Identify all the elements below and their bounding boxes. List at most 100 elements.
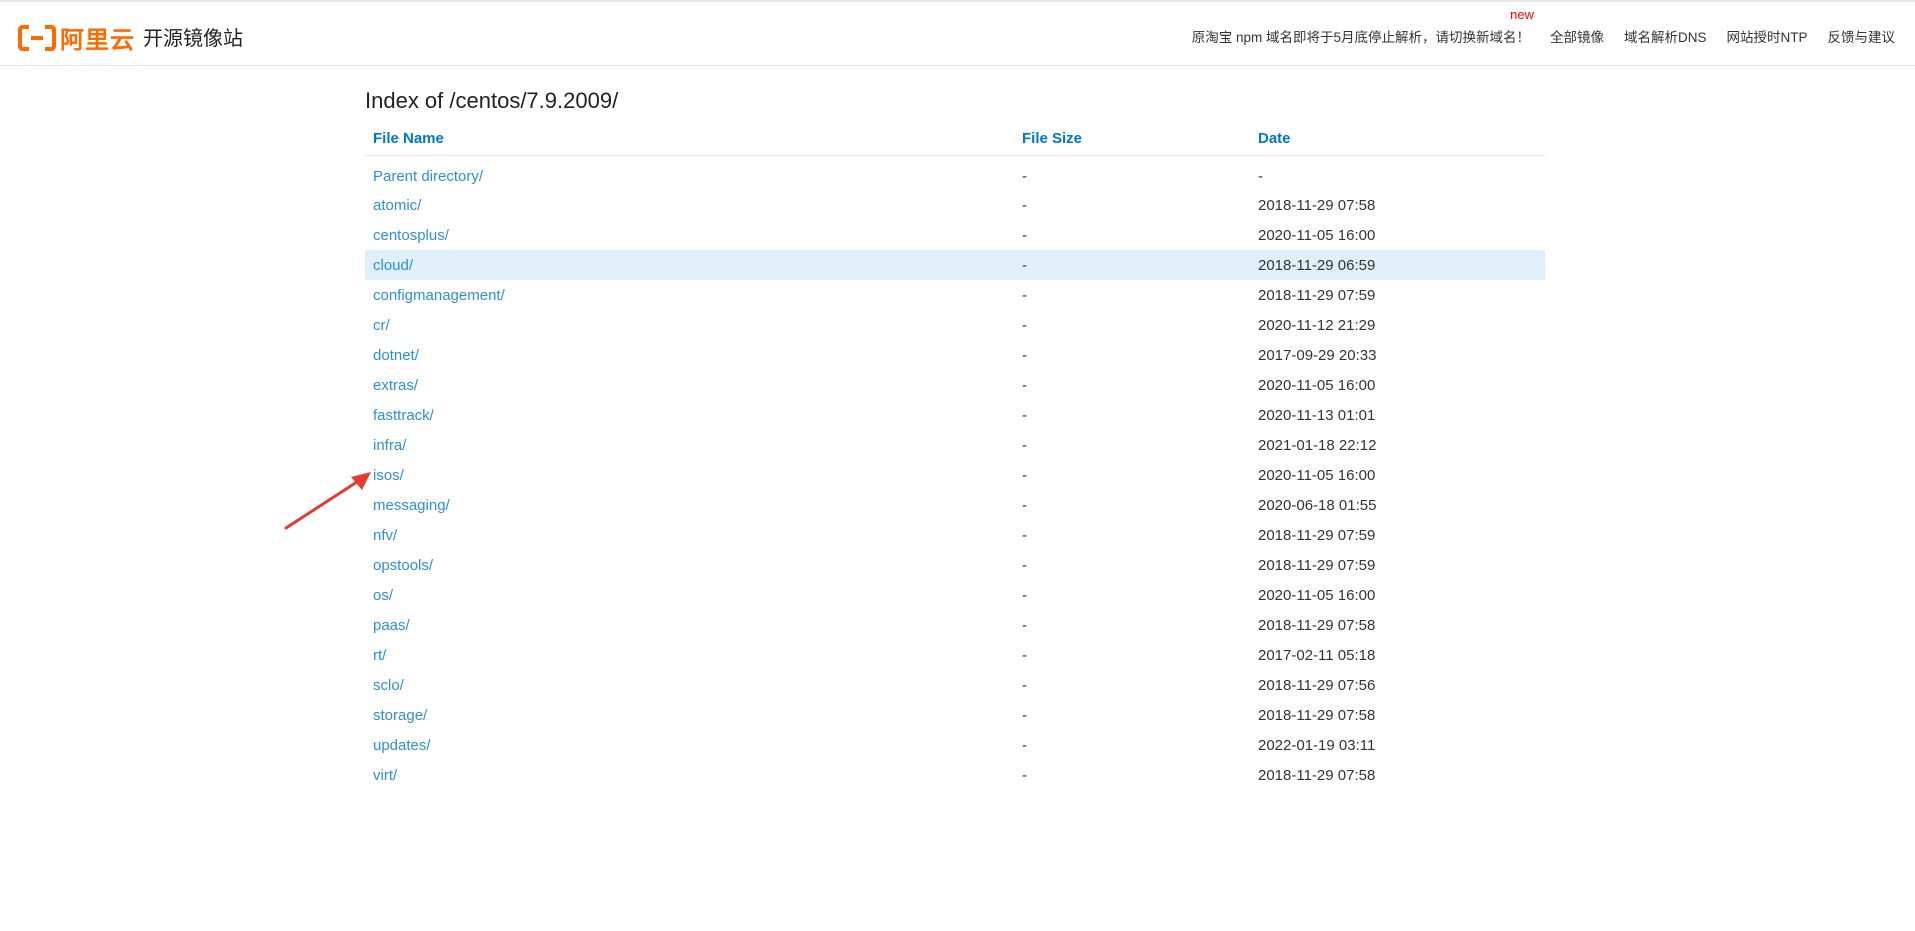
top-nav: 原淘宝 npm 域名即将于5月底停止解析，请切换新域名！ new 全部镜像 域名… [1191,7,1896,46]
file-size-cell: - [1022,376,1027,394]
file-link[interactable]: fasttrack/ [373,407,434,424]
file-name-cell: updates/ [365,730,1014,760]
file-link[interactable]: centosplus/ [373,227,449,244]
file-name-cell: fasttrack/ [365,400,1014,430]
table-row: sclo/ - 2018-11-29 07:56 [365,670,1545,700]
file-name-cell: cr/ [365,310,1014,340]
file-date-cell: - [1258,167,1263,185]
nav-ntp[interactable]: 网站授时NTP [1727,26,1808,46]
file-name-cell: Parent directory/ [365,156,1014,191]
file-size-cell: - [1022,646,1027,664]
table-row: cr/ - 2020-11-12 21:29 [365,310,1545,340]
file-date-cell: 2018-11-29 07:58 [1258,616,1376,634]
file-date-cell: 2022-01-19 03:11 [1258,736,1376,754]
file-size-cell: - [1022,736,1027,754]
npm-notice-link[interactable]: 原淘宝 npm 域名即将于5月底停止解析，请切换新域名！ new [1191,7,1534,46]
file-link[interactable]: messaging/ [373,497,450,514]
table-row: fasttrack/ - 2020-11-13 01:01 [365,400,1545,430]
nav-dns[interactable]: 域名解析DNS [1624,26,1707,46]
table-row: centosplus/ - 2020-11-05 16:00 [365,220,1545,250]
file-date-cell: 2018-11-29 07:59 [1258,556,1376,574]
table-row: virt/ - 2018-11-29 07:58 [365,760,1545,790]
table-row: configmanagement/ - 2018-11-29 07:59 [365,280,1545,310]
file-link[interactable]: storage/ [373,707,427,724]
file-size-cell: - [1022,196,1027,214]
file-size-cell: - [1022,676,1027,694]
column-header-date[interactable]: Date [1250,124,1545,156]
file-link[interactable]: Parent directory/ [373,168,483,185]
file-size-cell: - [1022,436,1027,454]
logo-text: 阿里云 [60,27,135,54]
file-name-cell: rt/ [365,640,1014,670]
file-name-cell: os/ [365,580,1014,610]
file-date-cell: 2020-11-05 16:00 [1258,466,1376,484]
file-date-cell: 2018-11-29 07:59 [1258,286,1376,304]
file-date-cell: 2020-11-12 21:29 [1258,316,1376,334]
file-date-cell: 2018-11-29 07:59 [1258,526,1376,544]
aliyun-logo[interactable]: 阿里云 [18,20,135,55]
file-link[interactable]: configmanagement/ [373,287,505,304]
file-name-cell: configmanagement/ [365,280,1014,310]
file-size-cell: - [1022,496,1027,514]
aliyun-logo-icon [18,24,56,51]
file-link[interactable]: os/ [373,587,393,604]
file-link[interactable]: cr/ [373,317,390,334]
file-date-cell: 2021-01-18 22:12 [1258,436,1377,454]
file-size-cell: - [1022,466,1027,484]
file-name-cell: isos/ [365,460,1014,490]
file-size-cell: - [1022,286,1027,304]
file-date-cell: 2020-11-13 01:01 [1258,406,1376,424]
file-link[interactable]: updates/ [373,737,431,754]
file-size-cell: - [1022,226,1027,244]
table-row: rt/ - 2017-02-11 05:18 [365,640,1545,670]
file-link[interactable]: opstools/ [373,557,433,574]
file-link[interactable]: extras/ [373,377,418,394]
file-name-cell: centosplus/ [365,220,1014,250]
file-date-cell: 2020-06-18 01:55 [1258,496,1377,514]
table-row: cloud/ -2018-11-29 06:59 [365,250,1545,280]
nav-all-mirrors[interactable]: 全部镜像 [1550,26,1604,46]
page-title: Index of /centos/7.9.2009/ [365,88,619,113]
file-name-cell: nfv/ [365,520,1014,550]
file-size-cell: - [1022,316,1027,334]
file-date-cell: 2017-02-11 05:18 [1258,646,1376,664]
file-date-cell: 2018-11-29 07:56 [1258,676,1376,694]
npm-notice-text: 原淘宝 npm 域名即将于5月底停止解析，请切换新域名！ [1191,30,1530,45]
file-link[interactable]: atomic/ [373,197,421,214]
file-date-cell: 2018-11-29 07:58 [1258,766,1376,784]
file-link[interactable]: rt/ [373,647,386,664]
file-listing-table: File Name File Size Date Parent director… [365,124,1545,790]
column-header-file-size[interactable]: File Size [1014,124,1250,156]
main-content: Index of /centos/7.9.2009/ File Name Fil… [365,88,1545,790]
file-link[interactable]: dotnet/ [373,347,419,364]
table-row: dotnet/ - 2017-09-29 20:33 [365,340,1545,370]
table-row: atomic/ - 2018-11-29 07:58 [365,190,1545,220]
table-row: messaging/ - 2020-06-18 01:55 [365,490,1545,520]
file-size-cell: - [1014,250,1250,280]
file-link[interactable]: paas/ [373,617,410,634]
site-title: 开源镜像站 [143,28,243,50]
file-link[interactable]: virt/ [373,767,397,784]
file-size-cell: - [1022,556,1027,574]
file-date-cell: 2020-11-05 16:00 [1258,226,1376,244]
table-row: infra/ - 2021-01-18 22:12 [365,430,1545,460]
file-link[interactable]: infra/ [373,437,406,454]
file-link[interactable]: sclo/ [373,677,404,694]
file-name-cell: opstools/ [365,550,1014,580]
file-date-cell: 2017-09-29 20:33 [1258,346,1377,364]
file-size-cell: - [1022,346,1027,364]
file-size-cell: - [1022,586,1027,604]
site-header: 阿里云 开源镜像站 原淘宝 npm 域名即将于5月底停止解析，请切换新域名！ n… [0,2,1915,66]
file-link[interactable]: cloud/ [373,257,413,274]
file-name-cell: messaging/ [365,490,1014,520]
column-header-file-name[interactable]: File Name [365,124,1014,156]
table-row: storage/ - 2018-11-29 07:58 [365,700,1545,730]
nav-feedback[interactable]: 反馈与建议 [1828,26,1896,46]
table-row: Parent directory/ - - [365,156,1545,191]
table-row: nfv/- 2018-11-29 07:59 [365,520,1545,550]
file-date-cell: 2018-11-29 07:58 [1258,196,1376,214]
file-name-cell: infra/ [365,430,1014,460]
file-size-cell: - [1022,706,1027,724]
file-size-cell: - [1022,406,1027,424]
table-row: updates/ - 2022-01-19 03:11 [365,730,1545,760]
